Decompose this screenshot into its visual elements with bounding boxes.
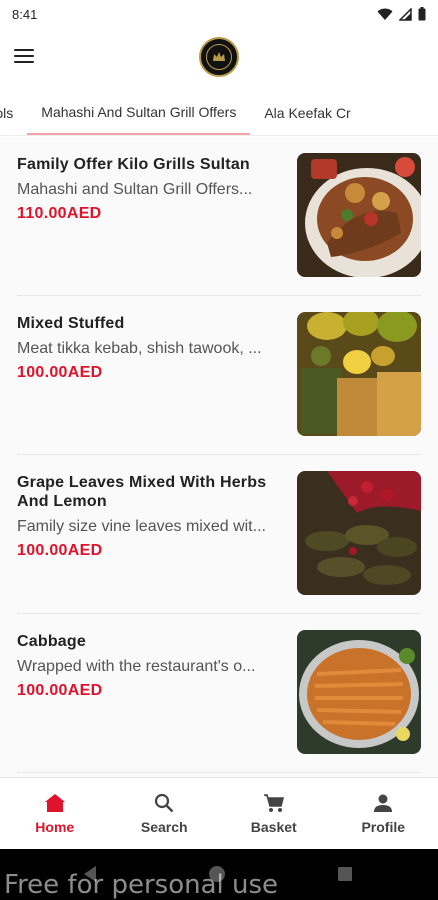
nav-label: Home [35,818,75,835]
item-image [297,630,421,754]
item-price: 100.00AED [17,364,103,381]
category-tabs: Offers for Universities and Schools Maha… [0,90,438,136]
search-icon [155,793,174,812]
menu-item-list: Family Offer Kilo Grills Sultan Mahashi … [0,137,438,777]
wifi-icon [377,8,393,20]
nav-label: Profile [361,818,406,835]
tab-label: Offers for Universities and Schools [0,105,14,121]
status-icons [377,7,426,21]
recents-icon[interactable] [337,866,353,882]
signal-icon [399,7,412,21]
tab-universities-schools[interactable]: Offers for Universities and Schools [0,90,27,135]
item-price: 100.00AED [17,682,103,699]
nav-label: Basket [250,818,297,835]
nav-label: Search [140,818,188,835]
person-icon [374,794,393,812]
battery-icon [418,7,426,21]
tab-label: Ala Keefak Cr [264,105,351,121]
home-icon [44,793,65,812]
item-price: 110.00AED [17,205,102,222]
cart-icon [263,793,284,812]
item-image [297,471,421,595]
watermark-text: Free for personal use [4,870,279,900]
bottom-navigation: Home Search Basket Profile [0,777,438,849]
item-description: Mahashi and Sultan Grill Offers... [17,181,253,198]
crown-icon [213,52,225,61]
item-price: 100.00AED [17,542,103,559]
menu-item[interactable]: Grape Leaves Mixed With Herbs And Lemon … [17,455,421,614]
restaurant-logo [199,37,239,77]
nav-home[interactable]: Home [0,778,110,849]
nav-basket[interactable]: Basket [219,778,329,849]
item-title: Grape Leaves Mixed With Herbs And Lemon [17,474,267,510]
nav-profile[interactable]: Profile [329,778,438,849]
menu-item[interactable]: Family Offer Kilo Grills Sultan Mahashi … [17,137,421,296]
tab-ala-keefak[interactable]: Ala Keefak Cr [250,90,364,135]
status-bar: 8:41 [0,0,438,28]
status-time: 8:41 [12,6,38,22]
item-title: Cabbage [17,633,86,650]
tab-label: Mahashi And Sultan Grill Offers [41,103,237,120]
item-title: Family Offer Kilo Grills Sultan [17,156,250,173]
item-image [297,153,421,277]
item-image [297,312,421,436]
menu-item[interactable]: Mixed Stuffed Meat tikka kebab, shish ta… [17,296,421,455]
app-bar [0,28,438,86]
item-description: Family size vine leaves mixed wit... [17,518,266,535]
tab-mahashi-sultan-grill[interactable]: Mahashi And Sultan Grill Offers [27,90,251,135]
item-description: Meat tikka kebab, shish tawook, ... [17,340,262,357]
nav-search[interactable]: Search [110,778,220,849]
menu-item[interactable]: Cabbage Wrapped with the restaurant's o.… [17,614,421,773]
item-description: Wrapped with the restaurant's o... [17,658,256,675]
menu-icon[interactable] [14,44,38,68]
item-title: Mixed Stuffed [17,315,125,332]
